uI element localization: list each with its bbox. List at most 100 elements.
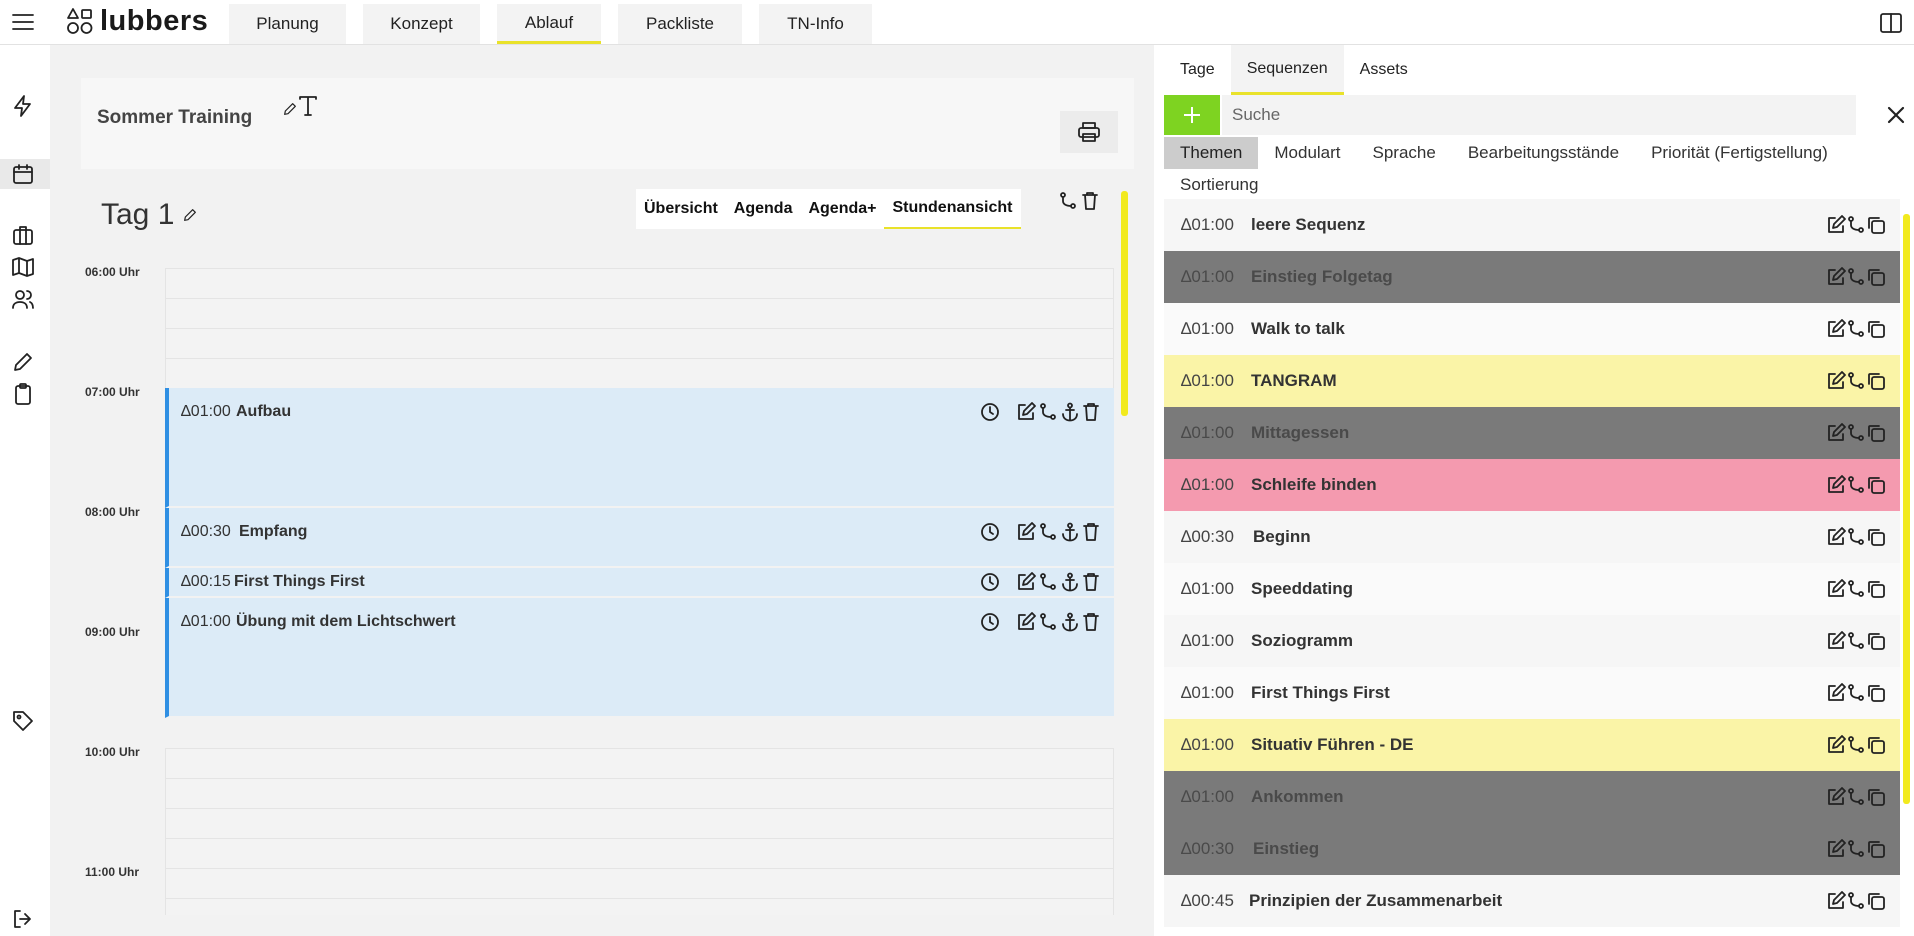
- edit-icon[interactable]: [1826, 787, 1846, 807]
- branch-icon[interactable]: [1846, 267, 1866, 287]
- nav-tab-packliste[interactable]: Packliste: [618, 4, 742, 44]
- filter-tab-sprache[interactable]: Sprache: [1357, 137, 1452, 169]
- branch-icon[interactable]: [1846, 735, 1866, 755]
- event-block[interactable]: ∆01:00 Aufbau: [165, 388, 1114, 508]
- view-tab-agenda-plus[interactable]: Agenda+: [800, 189, 884, 229]
- anchor-icon[interactable]: [1060, 572, 1080, 592]
- panel-tab-sequenzen[interactable]: Sequenzen: [1230, 45, 1344, 95]
- anchor-icon[interactable]: [1060, 402, 1080, 422]
- time-slot[interactable]: [165, 328, 1114, 358]
- print-button[interactable]: [1060, 111, 1118, 153]
- sequence-row[interactable]: ∆00:45 Prinzipien der Zusammenarbeit: [1164, 875, 1900, 927]
- event-block[interactable]: ∆00:30 Empfang: [165, 508, 1114, 568]
- branch-icon[interactable]: [1038, 522, 1058, 542]
- sequence-row[interactable]: ∆01:00 Schleife binden: [1164, 459, 1900, 511]
- trash-icon[interactable]: [1082, 522, 1100, 542]
- branch-icon[interactable]: [1846, 683, 1866, 703]
- copy-icon[interactable]: [1866, 683, 1886, 703]
- branch-icon[interactable]: [1846, 423, 1866, 443]
- filter-tab-modulart[interactable]: Modulart: [1258, 137, 1356, 169]
- copy-icon[interactable]: [1866, 631, 1886, 651]
- nav-tab-ablauf[interactable]: Ablauf: [497, 4, 601, 44]
- clock-icon[interactable]: [980, 522, 1000, 542]
- side-panel-toggle-icon[interactable]: [1880, 13, 1902, 33]
- trash-icon[interactable]: [1082, 612, 1100, 632]
- branch-icon[interactable]: [1059, 191, 1077, 211]
- time-slot[interactable]: [165, 778, 1114, 808]
- branch-icon[interactable]: [1846, 371, 1866, 391]
- branch-icon[interactable]: [1846, 579, 1866, 599]
- copy-icon[interactable]: [1866, 267, 1886, 287]
- trash-icon[interactable]: [1081, 191, 1099, 211]
- close-icon[interactable]: [1886, 105, 1906, 125]
- sequence-row[interactable]: ∆01:00 First Things First: [1164, 667, 1900, 719]
- copy-icon[interactable]: [1866, 579, 1886, 599]
- edit-icon[interactable]: [1826, 891, 1846, 911]
- nav-tab-planung[interactable]: Planung: [229, 4, 346, 44]
- view-tab-stundenansicht[interactable]: Stundenansicht: [884, 189, 1021, 229]
- anchor-icon[interactable]: [1060, 612, 1080, 632]
- filter-tab-sortierung[interactable]: Sortierung: [1164, 169, 1274, 201]
- trash-icon[interactable]: [1082, 402, 1100, 422]
- branch-icon[interactable]: [1038, 612, 1058, 632]
- edit-pencil-icon[interactable]: [182, 207, 198, 223]
- map-icon[interactable]: [11, 255, 35, 279]
- clipboard-icon[interactable]: [11, 382, 35, 406]
- branch-icon[interactable]: [1846, 839, 1866, 859]
- time-slot[interactable]: [165, 808, 1114, 838]
- sequence-row[interactable]: ∆00:30 Einstieg: [1164, 823, 1900, 875]
- edit-icon[interactable]: [1016, 522, 1036, 542]
- sequence-row[interactable]: ∆01:00 Einstieg Folgetag: [1164, 251, 1900, 303]
- edit-icon[interactable]: [1826, 215, 1846, 235]
- branch-icon[interactable]: [1846, 527, 1866, 547]
- event-block[interactable]: ∆00:15 First Things First: [165, 568, 1114, 598]
- time-slot[interactable]: [165, 898, 1114, 915]
- clock-icon[interactable]: [980, 572, 1000, 592]
- edit-icon[interactable]: [1826, 475, 1846, 495]
- sequence-row[interactable]: ∆01:00 Soziogramm: [1164, 615, 1900, 667]
- copy-icon[interactable]: [1866, 423, 1886, 443]
- filter-tab-prioritaet[interactable]: Priorität (Fertigstellung): [1635, 137, 1844, 169]
- calendar-icon[interactable]: [11, 162, 35, 186]
- edit-icon[interactable]: [1016, 612, 1036, 632]
- briefcase-icon[interactable]: [11, 223, 35, 247]
- time-slot[interactable]: [165, 748, 1114, 778]
- sequence-row[interactable]: ∆01:00 leere Sequenz: [1164, 199, 1900, 251]
- sequence-row[interactable]: ∆01:00 Situativ Führen - DE: [1164, 719, 1900, 771]
- anchor-icon[interactable]: [1060, 522, 1080, 542]
- copy-icon[interactable]: [1866, 787, 1886, 807]
- edit-icon[interactable]: [1826, 735, 1846, 755]
- filter-tab-bearbeitungsstaende[interactable]: Bearbeitungsstände: [1452, 137, 1635, 169]
- search-input[interactable]: [1222, 95, 1856, 135]
- nav-tab-konzept[interactable]: Konzept: [363, 4, 480, 44]
- copy-icon[interactable]: [1866, 475, 1886, 495]
- edit-icon[interactable]: [1826, 579, 1846, 599]
- edit-icon[interactable]: [1826, 371, 1846, 391]
- branch-icon[interactable]: [1846, 787, 1866, 807]
- clock-icon[interactable]: [980, 612, 1000, 632]
- edit-icon[interactable]: [1826, 839, 1846, 859]
- copy-icon[interactable]: [1866, 527, 1886, 547]
- sequence-row[interactable]: ∆01:00 Walk to talk: [1164, 303, 1900, 355]
- edit-icon[interactable]: [1826, 319, 1846, 339]
- branch-icon[interactable]: [1038, 402, 1058, 422]
- sequence-row[interactable]: ∆01:00 Ankommen: [1164, 771, 1900, 823]
- panel-scrollbar[interactable]: [1903, 214, 1910, 804]
- main-scrollbar[interactable]: [1121, 191, 1128, 416]
- users-icon[interactable]: [11, 287, 35, 311]
- sequence-row[interactable]: ∆01:00 Speeddating: [1164, 563, 1900, 615]
- lightning-icon[interactable]: [11, 94, 35, 118]
- edit-pencil-icon[interactable]: [282, 101, 298, 117]
- time-slot[interactable]: [165, 268, 1114, 298]
- edit-icon[interactable]: [1826, 683, 1846, 703]
- trash-icon[interactable]: [1082, 572, 1100, 592]
- edit-icon[interactable]: [1826, 631, 1846, 651]
- copy-icon[interactable]: [1866, 215, 1886, 235]
- branch-icon[interactable]: [1846, 631, 1866, 651]
- copy-icon[interactable]: [1866, 839, 1886, 859]
- view-tab-agenda[interactable]: Agenda: [726, 189, 801, 229]
- time-slot[interactable]: [165, 298, 1114, 328]
- sequence-row[interactable]: ∆00:30 Beginn: [1164, 511, 1900, 563]
- branch-icon[interactable]: [1846, 215, 1866, 235]
- edit-icon[interactable]: [1826, 527, 1846, 547]
